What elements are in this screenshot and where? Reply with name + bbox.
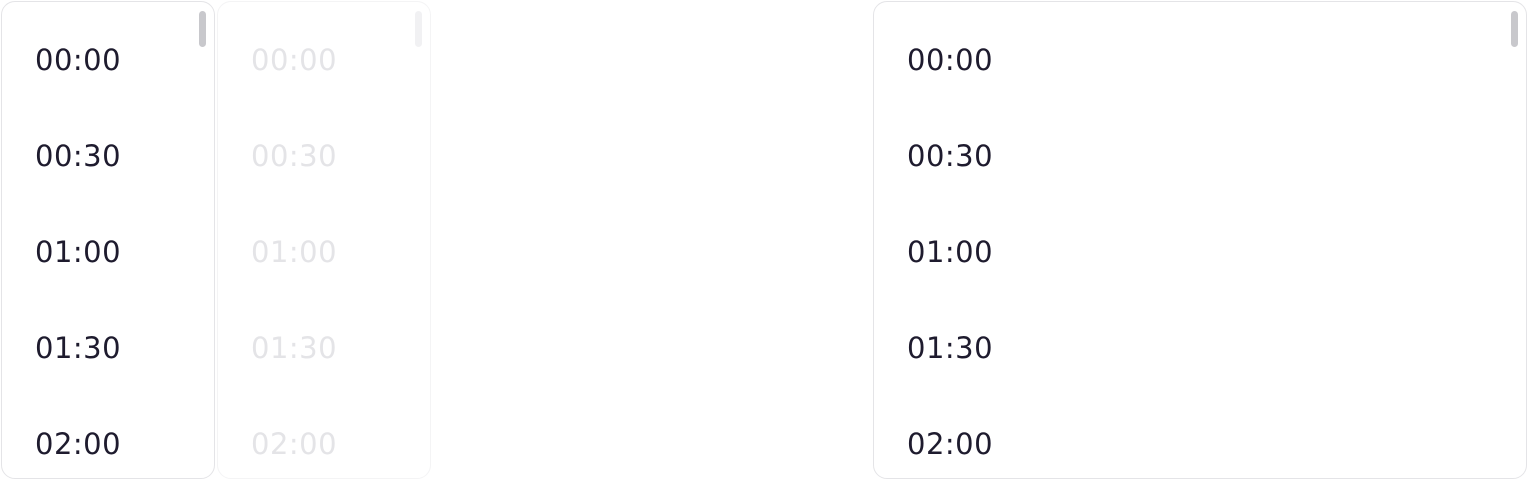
time-list-default[interactable]: 00:00 00:30 01:00 01:30 02:00 <box>1 1 215 479</box>
time-options: 00:00 00:30 01:00 01:30 02:00 <box>218 12 430 478</box>
time-option-02-00[interactable]: 02:00 <box>874 396 1526 478</box>
time-option-01-30[interactable]: 01:30 <box>874 300 1526 396</box>
time-list-full-width[interactable]: 00:00 00:30 01:00 01:30 02:00 <box>873 1 1527 479</box>
time-option-00-00[interactable]: 00:00 <box>2 12 214 108</box>
scrollbar-thumb[interactable] <box>199 11 206 47</box>
time-option-00-00[interactable]: 00:00 <box>874 12 1526 108</box>
time-list-disabled: 00:00 00:30 01:00 01:30 02:00 <box>217 1 431 479</box>
time-option-02-00[interactable]: 02:00 <box>2 396 214 478</box>
time-option-00-30[interactable]: 00:30 <box>2 108 214 204</box>
scrollbar-thumb[interactable] <box>1511 11 1518 47</box>
time-options: 00:00 00:30 01:00 01:30 02:00 <box>2 12 214 478</box>
time-option-00-00: 00:00 <box>251 43 338 77</box>
time-picker-demo: 00:00 00:30 01:00 01:30 02:00 00:00 00:3… <box>0 0 1528 482</box>
time-option-01-00[interactable]: 01:00 <box>2 204 214 300</box>
time-option-01-30: 01:30 <box>251 331 338 365</box>
time-option-01-30[interactable]: 01:30 <box>2 300 214 396</box>
time-option-01-00: 01:00 <box>251 235 338 269</box>
scrollbar-thumb <box>415 11 422 47</box>
time-options: 00:00 00:30 01:00 01:30 02:00 <box>874 12 1526 478</box>
time-option-01-00[interactable]: 01:00 <box>874 204 1526 300</box>
time-option-00-30[interactable]: 00:30 <box>874 108 1526 204</box>
time-option-00-30: 00:30 <box>251 139 338 173</box>
time-option-02-00: 02:00 <box>251 427 338 461</box>
